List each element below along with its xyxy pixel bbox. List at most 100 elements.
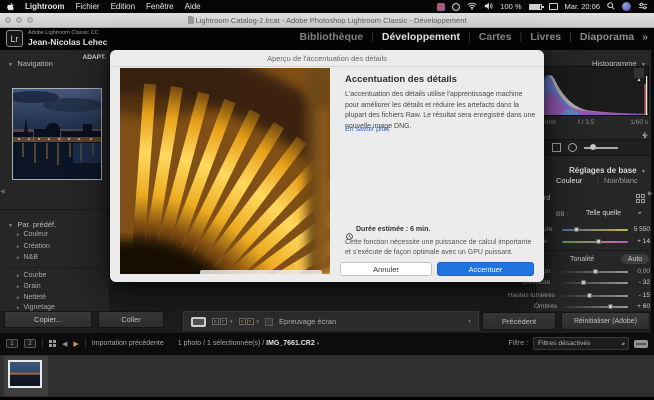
lightroom-logo: Lr bbox=[6, 30, 23, 47]
app-status-icon[interactable] bbox=[437, 3, 445, 11]
contrast-value[interactable]: - 32 bbox=[606, 279, 650, 286]
exposure-value[interactable]: 0,00 bbox=[606, 268, 650, 275]
tab-couleur[interactable]: Couleur bbox=[556, 176, 582, 185]
module-diaporama[interactable]: Diaporama bbox=[580, 31, 634, 43]
preset-group-nettete[interactable]: ►Netteté bbox=[16, 294, 46, 301]
exposure-slider-knob[interactable] bbox=[593, 269, 598, 274]
enhance-button[interactable]: Accentuer bbox=[437, 262, 534, 276]
preset-group-couleur[interactable]: ►Couleur bbox=[16, 231, 48, 238]
toolbar-options-chevron-icon[interactable]: ▾ bbox=[468, 318, 471, 325]
control-center-icon[interactable] bbox=[638, 2, 648, 12]
white-balance-label: BB : bbox=[556, 211, 568, 218]
filmstrip-selection[interactable]: 1 photo / 1 sélectionnée(s) / IMG_7661.C… bbox=[178, 340, 319, 347]
preset-group-nb[interactable]: ►N&B bbox=[16, 254, 38, 261]
left-panel-collapse-icon[interactable]: ◀ bbox=[0, 188, 5, 195]
sort-arrows-icon: ▴▾ bbox=[621, 341, 624, 347]
panel-divider bbox=[540, 250, 648, 251]
presets-panel-header[interactable]: ▼ Par. prédéf. bbox=[8, 214, 56, 232]
previous-photo-icon[interactable]: ◀ bbox=[62, 340, 67, 348]
preview-state-label: Avec accentuation bbox=[200, 270, 322, 274]
view-toolbar: EF▾ YY▾ Epreuvage écran ▾ bbox=[183, 311, 479, 332]
right-panel-collapse-icon[interactable]: ▶ bbox=[648, 190, 653, 197]
next-photo-icon[interactable]: ▶ bbox=[73, 340, 78, 348]
menu-aide[interactable]: Aide bbox=[185, 0, 201, 13]
highlights-value[interactable]: - 15 bbox=[606, 292, 650, 299]
navigation-panel-header[interactable]: ▼ Navigation bbox=[8, 53, 53, 71]
meta-aperture: f / 3,5 bbox=[578, 119, 594, 126]
chevron-down-icon: ▾ bbox=[257, 319, 260, 325]
preset-group-grain[interactable]: ►Grain bbox=[16, 283, 41, 290]
battery-icon bbox=[529, 4, 542, 10]
filter-dropdown[interactable]: Filtres désactivés▴▾ bbox=[533, 337, 629, 350]
temperature-slider-knob[interactable] bbox=[574, 227, 579, 232]
module-picker: Bibliothèque| Développement| Cartes| Liv… bbox=[300, 31, 648, 43]
filmstrip-source[interactable]: Importation précédente bbox=[92, 340, 164, 347]
status-circle-icon[interactable] bbox=[452, 3, 460, 11]
apple-icon[interactable] bbox=[6, 2, 14, 11]
lightroom-app-window: Lightroom Fichier Edition Fenêtre Aide 1… bbox=[0, 0, 654, 400]
grid-view-icon[interactable] bbox=[49, 340, 56, 347]
shadows-label: Ombres bbox=[534, 303, 557, 310]
contrast-slider-knob[interactable] bbox=[581, 280, 586, 285]
cancel-button[interactable]: Annuler bbox=[340, 262, 432, 276]
before-after-left-right-icon[interactable]: EF▾ bbox=[212, 318, 233, 325]
loupe-view-icon[interactable] bbox=[191, 317, 206, 327]
preset-group-creation[interactable]: ►Création bbox=[16, 243, 50, 250]
before-after-split-icon[interactable]: YY▾ bbox=[239, 318, 260, 325]
reset-button[interactable]: Réinitialiser (Adobe) bbox=[561, 312, 650, 330]
enhance-preview-image[interactable]: Avec accentuation bbox=[120, 68, 330, 274]
display-icon[interactable] bbox=[549, 3, 558, 10]
identity-plate-user-name: Jean-Nicolas Lehec bbox=[28, 37, 107, 47]
white-balance-sort-icon[interactable]: ▴▾ bbox=[638, 210, 641, 216]
tint-value[interactable]: + 14 bbox=[606, 238, 650, 245]
volume-icon[interactable] bbox=[484, 2, 493, 12]
learn-more-link[interactable]: En savoir plus bbox=[345, 126, 389, 133]
disclosure-triangle-icon: ▼ bbox=[8, 62, 13, 68]
highlights-slider-knob[interactable] bbox=[587, 293, 592, 298]
module-developpement[interactable]: Développement bbox=[382, 31, 460, 43]
shadows-value[interactable]: + 60 bbox=[606, 303, 650, 310]
tint-slider-knob[interactable] bbox=[596, 239, 601, 244]
preset-group-courbe[interactable]: ►Courbe bbox=[16, 272, 46, 279]
filmstrip-thumbnail[interactable] bbox=[8, 360, 42, 388]
siri-icon[interactable] bbox=[622, 2, 631, 11]
temperature-value[interactable]: 5 550 bbox=[606, 226, 650, 233]
module-overflow-icon[interactable]: » bbox=[642, 31, 648, 43]
menubar-clock[interactable]: Mar. 20:06 bbox=[565, 2, 600, 11]
tab-noir-blanc[interactable]: Noir/blanc bbox=[604, 176, 638, 185]
disclosure-triangle-icon: ▼ bbox=[641, 169, 646, 175]
crop-tool-icon[interactable] bbox=[552, 143, 561, 152]
copy-settings-button[interactable]: Copier... bbox=[4, 311, 92, 328]
soft-proof-label: Epreuvage écran bbox=[279, 317, 336, 326]
profile-browser-grid-icon[interactable] bbox=[636, 194, 645, 203]
module-bibliotheque[interactable]: Bibliothèque bbox=[300, 31, 364, 43]
disclosure-right-icon: ► bbox=[16, 244, 20, 249]
navigator-preview[interactable] bbox=[12, 88, 102, 180]
highlight-clipping-indicator-icon[interactable]: ▲ bbox=[634, 68, 644, 78]
disclosure-right-icon: ► bbox=[16, 232, 20, 237]
tone-section-label: Tonalité bbox=[570, 256, 594, 263]
zoom-mode-adapt[interactable]: ADAPT. bbox=[66, 54, 106, 61]
disclosure-right-icon: ► bbox=[16, 284, 20, 289]
paste-settings-button[interactable]: Coller bbox=[98, 311, 164, 328]
main-window-button[interactable]: 1 bbox=[6, 339, 18, 348]
preset-group-vignetage[interactable]: ►Vignetage bbox=[16, 304, 55, 311]
spot-removal-tool-icon[interactable] bbox=[568, 143, 577, 152]
second-window-button[interactable]: 2 bbox=[24, 339, 36, 348]
previous-button[interactable]: Précédent bbox=[482, 312, 556, 330]
disclosure-triangle-icon: ▼ bbox=[8, 223, 13, 229]
module-livres[interactable]: Livres bbox=[530, 31, 561, 43]
menu-edition[interactable]: Edition bbox=[111, 0, 135, 13]
white-balance-value[interactable]: Telle quelle bbox=[586, 210, 621, 217]
menu-fichier[interactable]: Fichier bbox=[76, 0, 100, 13]
wifi-icon[interactable] bbox=[467, 2, 477, 12]
filter-toggle-switch[interactable] bbox=[634, 340, 648, 348]
menu-fenetre[interactable]: Fenêtre bbox=[146, 0, 174, 13]
adjustment-slider-knob-icon[interactable] bbox=[590, 144, 596, 150]
auto-tone-button[interactable]: Auto bbox=[620, 253, 650, 265]
spotlight-search-icon[interactable] bbox=[607, 2, 615, 12]
soft-proof-checkbox[interactable] bbox=[265, 318, 273, 326]
menu-lightroom[interactable]: Lightroom bbox=[25, 0, 65, 13]
histogram[interactable] bbox=[541, 66, 649, 116]
module-cartes[interactable]: Cartes bbox=[479, 31, 512, 43]
